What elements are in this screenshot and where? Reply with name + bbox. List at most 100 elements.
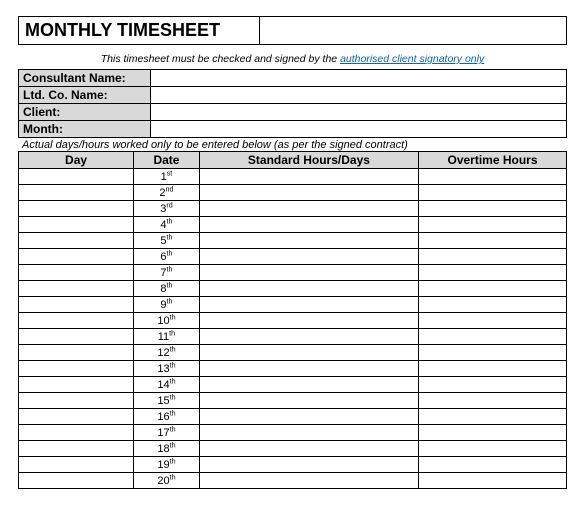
cell-standard-hours[interactable] xyxy=(199,313,418,329)
cell-day[interactable] xyxy=(19,185,134,201)
cell-day[interactable] xyxy=(19,265,134,281)
table-row: 1st xyxy=(19,169,567,185)
cell-overtime-hours[interactable] xyxy=(419,457,567,473)
cell-standard-hours[interactable] xyxy=(199,441,418,457)
consultant-label: Consultant Name: xyxy=(19,70,151,87)
cell-standard-hours[interactable] xyxy=(199,265,418,281)
header-date: Date xyxy=(134,152,200,169)
cell-date: 12th xyxy=(134,345,200,361)
table-row: 15th xyxy=(19,393,567,409)
cell-date: 10th xyxy=(134,313,200,329)
header-standard-hours: Standard Hours/Days xyxy=(199,152,418,169)
cell-day[interactable] xyxy=(19,249,134,265)
cell-day[interactable] xyxy=(19,409,134,425)
timesheet-table: Day Date Standard Hours/Days Overtime Ho… xyxy=(18,151,567,489)
cell-day[interactable] xyxy=(19,457,134,473)
table-row: 16th xyxy=(19,409,567,425)
cell-overtime-hours[interactable] xyxy=(419,233,567,249)
cell-standard-hours[interactable] xyxy=(199,233,418,249)
company-label: Ltd. Co. Name: xyxy=(19,87,151,104)
cell-overtime-hours[interactable] xyxy=(419,393,567,409)
cell-overtime-hours[interactable] xyxy=(419,297,567,313)
cell-standard-hours[interactable] xyxy=(199,425,418,441)
cell-day[interactable] xyxy=(19,201,134,217)
cell-standard-hours[interactable] xyxy=(199,281,418,297)
cell-overtime-hours[interactable] xyxy=(419,201,567,217)
table-row: 2nd xyxy=(19,185,567,201)
cell-day[interactable] xyxy=(19,313,134,329)
client-value[interactable] xyxy=(150,104,566,121)
cell-standard-hours[interactable] xyxy=(199,329,418,345)
consultant-value[interactable] xyxy=(150,70,566,87)
cell-day[interactable] xyxy=(19,473,134,489)
cell-overtime-hours[interactable] xyxy=(419,473,567,489)
cell-overtime-hours[interactable] xyxy=(419,441,567,457)
month-value[interactable] xyxy=(150,121,566,138)
cell-date: 16th xyxy=(134,409,200,425)
cell-day[interactable] xyxy=(19,297,134,313)
cell-day[interactable] xyxy=(19,217,134,233)
cell-day[interactable] xyxy=(19,329,134,345)
cell-overtime-hours[interactable] xyxy=(419,169,567,185)
cell-standard-hours[interactable] xyxy=(199,393,418,409)
cell-standard-hours[interactable] xyxy=(199,297,418,313)
cell-standard-hours[interactable] xyxy=(199,169,418,185)
header-overtime-hours: Overtime Hours xyxy=(419,152,567,169)
cell-date: 14th xyxy=(134,377,200,393)
table-row: 18th xyxy=(19,441,567,457)
cell-overtime-hours[interactable] xyxy=(419,249,567,265)
cell-standard-hours[interactable] xyxy=(199,345,418,361)
cell-day[interactable] xyxy=(19,425,134,441)
cell-overtime-hours[interactable] xyxy=(419,265,567,281)
document-title: MONTHLY TIMESHEET xyxy=(19,17,260,44)
table-row: 8th xyxy=(19,281,567,297)
client-label: Client: xyxy=(19,104,151,121)
table-row: 3rd xyxy=(19,201,567,217)
title-block: MONTHLY TIMESHEET xyxy=(18,16,567,45)
cell-overtime-hours[interactable] xyxy=(419,361,567,377)
notice-link: authorised client signatory only xyxy=(340,53,484,65)
cell-standard-hours[interactable] xyxy=(199,361,418,377)
cell-standard-hours[interactable] xyxy=(199,249,418,265)
cell-day[interactable] xyxy=(19,441,134,457)
cell-overtime-hours[interactable] xyxy=(419,409,567,425)
cell-standard-hours[interactable] xyxy=(199,457,418,473)
company-value[interactable] xyxy=(150,87,566,104)
cell-overtime-hours[interactable] xyxy=(419,217,567,233)
cell-day[interactable] xyxy=(19,169,134,185)
info-table: Consultant Name: Ltd. Co. Name: Client: … xyxy=(18,69,567,138)
cell-date: 20th xyxy=(134,473,200,489)
cell-standard-hours[interactable] xyxy=(199,185,418,201)
cell-overtime-hours[interactable] xyxy=(419,345,567,361)
table-row: 14th xyxy=(19,377,567,393)
cell-standard-hours[interactable] xyxy=(199,217,418,233)
cell-date: 19th xyxy=(134,457,200,473)
cell-standard-hours[interactable] xyxy=(199,377,418,393)
cell-overtime-hours[interactable] xyxy=(419,377,567,393)
cell-overtime-hours[interactable] xyxy=(419,313,567,329)
table-row: 4th xyxy=(19,217,567,233)
month-label: Month: xyxy=(19,121,151,138)
cell-date: 11th xyxy=(134,329,200,345)
cell-date: 5th xyxy=(134,233,200,249)
cell-date: 2nd xyxy=(134,185,200,201)
cell-day[interactable] xyxy=(19,361,134,377)
cell-standard-hours[interactable] xyxy=(199,201,418,217)
cell-day[interactable] xyxy=(19,233,134,249)
signing-notice: This timesheet must be checked and signe… xyxy=(18,51,567,69)
cell-overtime-hours[interactable] xyxy=(419,425,567,441)
cell-overtime-hours[interactable] xyxy=(419,329,567,345)
cell-day[interactable] xyxy=(19,281,134,297)
cell-day[interactable] xyxy=(19,393,134,409)
cell-overtime-hours[interactable] xyxy=(419,185,567,201)
entry-instruction: Actual days/hours worked only to be ente… xyxy=(18,138,567,151)
cell-date: 3rd xyxy=(134,201,200,217)
cell-overtime-hours[interactable] xyxy=(419,281,567,297)
table-row: 17th xyxy=(19,425,567,441)
cell-standard-hours[interactable] xyxy=(199,409,418,425)
table-row: 19th xyxy=(19,457,567,473)
cell-day[interactable] xyxy=(19,345,134,361)
cell-standard-hours[interactable] xyxy=(199,473,418,489)
cell-date: 6th xyxy=(134,249,200,265)
cell-day[interactable] xyxy=(19,377,134,393)
